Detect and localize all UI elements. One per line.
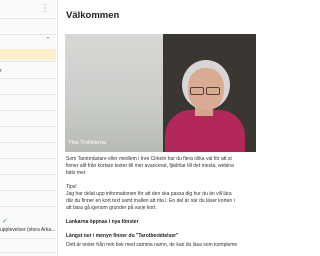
sidebar-divider xyxy=(0,190,56,191)
body-text: att bara gå igenom grunder på varje kort… xyxy=(66,205,157,211)
video-background-window xyxy=(65,34,163,152)
more-options-icon[interactable]: ⋮ xyxy=(40,4,50,14)
sidebar-divider xyxy=(0,238,56,239)
sidebar-divider xyxy=(0,142,56,143)
sidebar-item-label[interactable]: r xyxy=(0,68,2,75)
chevron-up-icon[interactable]: ⌃ xyxy=(45,37,51,45)
lesson-content: Välkommen Ylva Trollsterna Som Tarotmäst… xyxy=(57,0,256,256)
sidebar-divider xyxy=(0,206,56,207)
section-heading: Lankarna öppnas i nya fönster xyxy=(66,219,139,225)
sidebar-divider xyxy=(0,78,56,79)
sidebar-divider xyxy=(0,110,56,111)
presenter-glasses xyxy=(190,82,222,95)
body-text: Dett är texter från min bok med samma na… xyxy=(66,242,238,248)
sidebar-divider xyxy=(0,34,56,35)
body-text: där du finner en kort text samt mallen a… xyxy=(66,198,235,204)
sidebar-divider xyxy=(0,18,56,19)
tips-label: Tips! xyxy=(66,184,77,190)
body-text: fatts mer. xyxy=(66,170,87,176)
body-text: Jag har delat upp informationen för att … xyxy=(66,191,232,197)
sidebar-divider xyxy=(0,158,56,159)
sidebar-divider xyxy=(0,61,56,62)
body-text: finner allt från kortare texter till mer… xyxy=(66,163,234,169)
sidebar-divider xyxy=(0,94,56,95)
sidebar-divider xyxy=(0,174,56,175)
sidebar-item-label[interactable]: upplevelser (stora Arka... xyxy=(0,227,55,234)
subheading: Längst ner i menyn finner du "Tarotberät… xyxy=(66,233,179,239)
completed-check-icon: ✓ xyxy=(2,218,8,225)
sidebar-divider xyxy=(0,252,56,253)
course-sidebar: ⋮ ⌃ r ✓ upplevelser (stora Arka... xyxy=(0,0,58,256)
sidebar-divider xyxy=(0,126,56,127)
presenter-figure xyxy=(165,110,245,152)
body-text: Som Tarotmästare eller medlem i Inre Cir… xyxy=(66,156,232,162)
video-player[interactable]: Ylva Trollsterna xyxy=(65,34,256,152)
page-title: Välkommen xyxy=(66,10,120,21)
video-caption: Ylva Trollsterna xyxy=(68,140,106,146)
sidebar-item-active[interactable] xyxy=(0,49,56,60)
